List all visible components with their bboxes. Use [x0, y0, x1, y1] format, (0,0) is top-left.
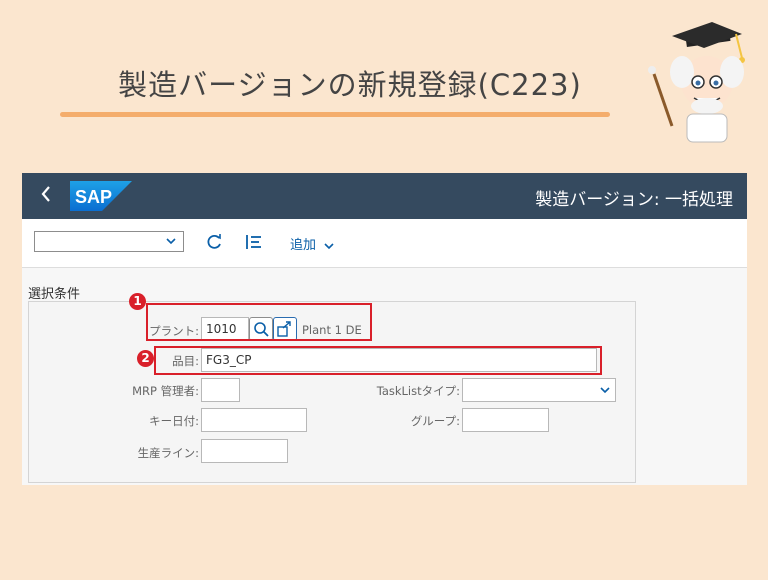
chevron-down-icon	[324, 242, 334, 249]
annotation-box-material	[154, 346, 602, 375]
annotation-number-1: 1	[129, 293, 146, 310]
annotation-box-plant	[146, 303, 372, 341]
mrp-controller-label: MRP 管理者:	[132, 384, 199, 398]
key-date-input[interactable]	[201, 408, 307, 432]
variant-select[interactable]	[34, 231, 184, 252]
shell-bar: SAP 製造バージョン: 一括処理	[22, 173, 747, 219]
mrp-controller-input[interactable]	[201, 378, 240, 402]
group-input[interactable]	[462, 408, 549, 432]
page-title: 製造バージョンの新規登録(C223)	[118, 68, 582, 102]
tasklist-type-select[interactable]	[462, 378, 616, 402]
sap-app-window: SAP 製造バージョン: 一括処理 追加 選択条件 プラント: 1010 Pla…	[22, 173, 747, 485]
sap-logo-text: SAP	[75, 187, 112, 207]
chevron-left-icon	[41, 186, 50, 202]
professor-mascot-icon	[648, 22, 745, 143]
title-underline	[60, 112, 610, 117]
back-button[interactable]	[32, 181, 60, 211]
tasklist-type-label: TaskListタイプ:	[376, 384, 460, 398]
app-title: 製造バージョン: 一括処理	[535, 190, 733, 210]
sap-logo-icon: SAP	[70, 181, 132, 211]
sap-logo[interactable]: SAP	[70, 181, 132, 215]
section-title: 選択条件	[28, 287, 81, 302]
key-date-label: キー日付:	[149, 414, 199, 428]
production-line-input[interactable]	[201, 439, 288, 463]
production-line-label: 生産ライン:	[137, 446, 199, 460]
chevron-down-icon	[166, 238, 176, 245]
group-label: グループ:	[410, 414, 460, 428]
refresh-icon[interactable]	[204, 232, 224, 252]
add-menu-button[interactable]: 追加	[290, 234, 335, 253]
annotation-number-2: 2	[137, 350, 154, 367]
list-settings-icon[interactable]	[244, 232, 264, 252]
toolbar: 追加	[22, 219, 747, 268]
chevron-down-icon	[600, 387, 610, 394]
add-menu-label: 追加	[290, 238, 317, 253]
